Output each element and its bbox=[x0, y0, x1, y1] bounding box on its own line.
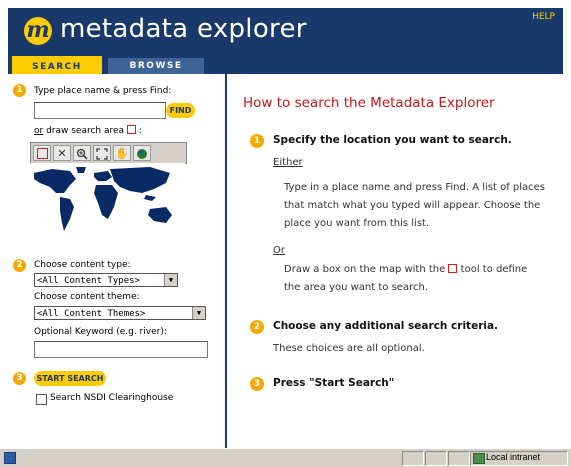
tab-bar: SEARCH BROWSE bbox=[8, 56, 563, 76]
status-bar: Local intranet bbox=[0, 448, 571, 467]
step-1-badge: 1 bbox=[13, 84, 26, 97]
browser-content: m metadata explorer HELP SEARCH BROWSE 1… bbox=[0, 0, 571, 467]
or-link[interactable]: or bbox=[34, 126, 43, 136]
red-box-tool-icon bbox=[448, 264, 458, 273]
nsdi-checkbox[interactable] bbox=[36, 394, 47, 405]
step-2-badge: 2 bbox=[13, 259, 26, 272]
clear-icon[interactable]: ✕ bbox=[53, 145, 71, 161]
world-map-graphic bbox=[30, 163, 185, 238]
either-text: Type in a place name and press Find. A l… bbox=[284, 182, 546, 229]
help-panel: How to search the Metadata Explorer 1 Sp… bbox=[227, 74, 563, 448]
content-theme-select[interactable]: <All Content Themes> ▼ bbox=[34, 306, 206, 320]
keyword-label: Optional Keyword (e.g. river): bbox=[34, 327, 167, 337]
page-icon bbox=[4, 452, 16, 464]
app-logo: m bbox=[24, 17, 52, 45]
step-3-badge: 3 bbox=[13, 372, 26, 385]
search-panel: 1 Type place name & press Find: FIND or … bbox=[8, 74, 227, 448]
help-step-1-badge: 1 bbox=[250, 134, 264, 148]
help-step-3-heading: Press "Start Search" bbox=[273, 377, 395, 389]
or-text-before: Draw a box on the map with the bbox=[284, 264, 446, 275]
content-type-select[interactable]: <All Content Types> ▼ bbox=[34, 273, 178, 287]
draw-box-icon[interactable] bbox=[33, 145, 51, 161]
status-cell bbox=[448, 451, 470, 466]
content-theme-label: Choose content theme: bbox=[34, 292, 140, 302]
content-theme-value: <All Content Themes> bbox=[37, 309, 146, 319]
help-link[interactable]: HELP bbox=[532, 12, 555, 22]
world-map[interactable] bbox=[30, 163, 185, 238]
help-step-1-heading: Specify the location you want to search. bbox=[273, 134, 512, 146]
status-cell bbox=[425, 451, 447, 466]
red-box-icon bbox=[126, 125, 136, 134]
place-name-input[interactable] bbox=[34, 102, 166, 119]
app-header: m metadata explorer HELP bbox=[8, 8, 563, 56]
chevron-down-icon: ▼ bbox=[192, 307, 205, 319]
status-cell bbox=[402, 451, 424, 466]
find-button[interactable]: FIND bbox=[166, 103, 195, 118]
content-type-value: <All Content Types> bbox=[37, 276, 140, 286]
help-step-2-text: These choices are all optional. bbox=[273, 343, 425, 354]
tab-browse[interactable]: BROWSE bbox=[108, 58, 204, 74]
help-step-2-badge: 2 bbox=[250, 320, 264, 334]
app-title: metadata explorer bbox=[60, 14, 307, 44]
draw-area-label: draw search area bbox=[46, 126, 125, 136]
chevron-down-icon: ▼ bbox=[164, 274, 177, 286]
help-step-3-badge: 3 bbox=[250, 377, 264, 391]
content-type-label: Choose content type: bbox=[34, 260, 131, 270]
or-text: Draw a box on the map with the tool to d… bbox=[284, 261, 534, 297]
tab-search[interactable]: SEARCH bbox=[12, 56, 102, 76]
zoom-in-icon[interactable] bbox=[73, 145, 91, 161]
keyword-input[interactable] bbox=[34, 341, 208, 358]
intranet-icon bbox=[473, 453, 485, 464]
draw-area-line: or draw search area : bbox=[34, 125, 142, 136]
map-toolbar: ✕ ✋ bbox=[30, 142, 187, 164]
full-extent-icon[interactable] bbox=[93, 145, 111, 161]
place-name-label: Type place name & press Find: bbox=[34, 86, 172, 96]
start-search-button[interactable]: START SEARCH bbox=[34, 371, 106, 386]
pan-hand-icon[interactable]: ✋ bbox=[113, 145, 131, 161]
globe-icon[interactable] bbox=[133, 145, 151, 161]
draw-area-colon: : bbox=[138, 126, 142, 136]
nsdi-label: Search NSDI Clearinghouse bbox=[50, 393, 174, 403]
either-label: Either bbox=[273, 157, 303, 168]
or-label: Or bbox=[273, 245, 285, 256]
zone-label: Local intranet bbox=[486, 452, 541, 462]
help-step-2-heading: Choose any additional search criteria. bbox=[273, 320, 499, 332]
help-title: How to search the Metadata Explorer bbox=[243, 95, 495, 111]
